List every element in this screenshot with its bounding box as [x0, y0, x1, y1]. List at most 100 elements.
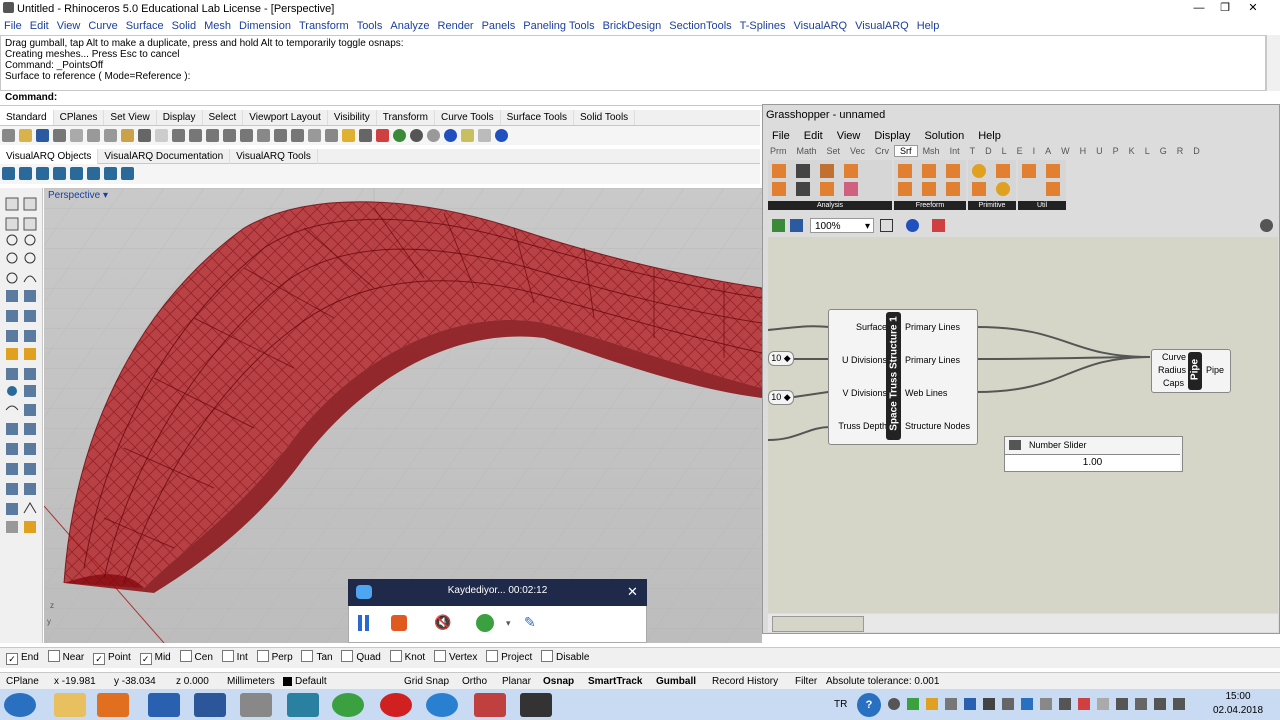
- gh-tab-h[interactable]: H: [1075, 146, 1092, 156]
- menu-render[interactable]: Render: [434, 18, 478, 34]
- language-indicator[interactable]: TR: [834, 699, 847, 710]
- slab-icon[interactable]: [19, 167, 32, 180]
- gh-menu-edit[interactable]: Edit: [797, 128, 830, 144]
- cylinder-icon[interactable]: [996, 164, 1010, 178]
- tab-viewport-layout[interactable]: Viewport Layout: [243, 110, 328, 125]
- copy-icon[interactable]: [104, 129, 117, 142]
- webcam-icon[interactable]: [476, 614, 494, 632]
- tray-icon[interactable]: [888, 698, 900, 710]
- tab-set-view[interactable]: Set View: [104, 110, 157, 125]
- tab-visualarq-documentation[interactable]: VisualARQ Documentation: [98, 149, 231, 164]
- status-planar[interactable]: Planar: [502, 676, 531, 687]
- menu-help[interactable]: Help: [913, 18, 944, 34]
- tab-surface-tools[interactable]: Surface Tools: [501, 110, 574, 125]
- status-gumball[interactable]: Gumball: [656, 676, 696, 687]
- menu-analyze[interactable]: Analyze: [386, 18, 433, 34]
- menu-tools[interactable]: Tools: [353, 18, 387, 34]
- tab-display[interactable]: Display: [157, 110, 203, 125]
- material-ball-icon[interactable]: [393, 129, 406, 142]
- grasshopper-taskbar-icon[interactable]: [520, 693, 552, 717]
- tab-transform[interactable]: Transform: [377, 110, 435, 125]
- shaded-icon[interactable]: [410, 129, 423, 142]
- input-u-divisions[interactable]: U Divisions: [842, 355, 887, 365]
- rhino-icon[interactable]: [240, 693, 272, 717]
- util-b-icon[interactable]: [1046, 164, 1060, 178]
- util-a-icon[interactable]: [1022, 164, 1036, 178]
- status-filter[interactable]: Filter: [795, 676, 817, 687]
- zoom-extents-icon[interactable]: [223, 129, 236, 142]
- sweep-icon[interactable]: [946, 164, 960, 178]
- chrome-icon[interactable]: [332, 693, 364, 717]
- zoom-extents-icon[interactable]: [880, 219, 893, 232]
- pencil-icon[interactable]: ✎: [524, 614, 536, 631]
- network-icon[interactable]: [898, 182, 912, 196]
- word-icon[interactable]: [194, 693, 226, 717]
- mute-icon[interactable]: 🔇: [434, 614, 451, 631]
- input-surface[interactable]: Surface: [856, 322, 887, 332]
- checkbox-cen[interactable]: [179, 650, 192, 662]
- explorer-icon[interactable]: [54, 693, 86, 717]
- pipe-input-radius[interactable]: Radius: [1158, 365, 1186, 375]
- dimension-icon[interactable]: [772, 182, 786, 196]
- tray-icon[interactable]: [964, 698, 976, 710]
- checkbox-near[interactable]: [47, 650, 60, 662]
- volume-icon[interactable]: [1173, 698, 1185, 710]
- gh-tab-int[interactable]: Int: [945, 146, 965, 156]
- menu-brickdesign[interactable]: BrickDesign: [599, 18, 666, 34]
- gh-menu-file[interactable]: File: [765, 128, 797, 144]
- tab-cplanes[interactable]: CPlanes: [54, 110, 105, 125]
- menu-view[interactable]: View: [53, 18, 85, 34]
- wifi-icon[interactable]: [1154, 698, 1166, 710]
- output-primary-lines-1[interactable]: Primary Lines: [905, 322, 960, 332]
- gh-group-primitive[interactable]: Primitive: [968, 160, 1016, 210]
- number-slider[interactable]: Number Slider 1.00: [1004, 436, 1183, 472]
- tray-icon[interactable]: [1116, 698, 1128, 710]
- tray-icon[interactable]: [907, 698, 919, 710]
- osnap-tan[interactable]: Tan: [301, 648, 333, 668]
- options-icon[interactable]: [461, 129, 474, 142]
- area-icon[interactable]: [796, 164, 810, 178]
- tray-icon[interactable]: [1097, 698, 1109, 710]
- gh-tab-p[interactable]: P: [1108, 146, 1124, 156]
- checkbox-project[interactable]: [486, 650, 499, 662]
- rendered-icon[interactable]: [444, 129, 457, 142]
- tab-visibility[interactable]: Visibility: [328, 110, 377, 125]
- tab-solid-tools[interactable]: Solid Tools: [574, 110, 636, 125]
- menu-panels[interactable]: Panels: [478, 18, 520, 34]
- brep-icon[interactable]: [844, 182, 858, 196]
- clock-date[interactable]: 02.04.2018: [1210, 705, 1266, 716]
- viewport-label[interactable]: Perspective ▾: [48, 190, 108, 201]
- gh-menu-help[interactable]: Help: [971, 128, 1008, 144]
- beam-icon[interactable]: [104, 167, 117, 180]
- paste-icon[interactable]: [121, 129, 134, 142]
- tab-select[interactable]: Select: [203, 110, 244, 125]
- u-slider[interactable]: 10 ◆: [768, 351, 794, 366]
- tab-standard[interactable]: Standard: [0, 110, 54, 125]
- window-icon[interactable]: [70, 167, 83, 180]
- gh-group-util[interactable]: Util: [1018, 160, 1066, 210]
- osnap-cen[interactable]: Cen: [179, 648, 213, 668]
- gh-tab-crv[interactable]: Crv: [870, 146, 894, 156]
- checkbox-knot[interactable]: [389, 650, 402, 662]
- layer-icon[interactable]: [376, 129, 389, 142]
- gh-tab-msh[interactable]: Msh: [918, 146, 945, 156]
- tab-curve-tools[interactable]: Curve Tools: [435, 110, 501, 125]
- osnap-disable[interactable]: Disable: [541, 648, 589, 668]
- wall-icon[interactable]: [2, 167, 15, 180]
- opera-icon[interactable]: [380, 693, 412, 717]
- cplane-icon[interactable]: [325, 129, 338, 142]
- stop-icon[interactable]: [391, 615, 407, 631]
- viewport-name[interactable]: Perspective: [48, 190, 100, 201]
- pipe-input-curve[interactable]: Curve: [1162, 352, 1186, 362]
- grid-view-icon[interactable]: [257, 129, 270, 142]
- pause-icon[interactable]: [358, 615, 370, 631]
- gh-tab-vec[interactable]: Vec: [845, 146, 870, 156]
- menu-surface[interactable]: Surface: [122, 18, 168, 34]
- tray-icon[interactable]: [926, 698, 938, 710]
- new-file-icon[interactable]: [2, 129, 15, 142]
- space-truss-component[interactable]: Surface U Divisions V Divisions Truss De…: [828, 309, 978, 445]
- pipe-tool-icon[interactable]: [946, 182, 960, 196]
- osnap-mid[interactable]: ✓ Mid: [139, 648, 171, 668]
- calculator-icon[interactable]: [148, 693, 180, 717]
- gh-save-icon[interactable]: [790, 219, 803, 232]
